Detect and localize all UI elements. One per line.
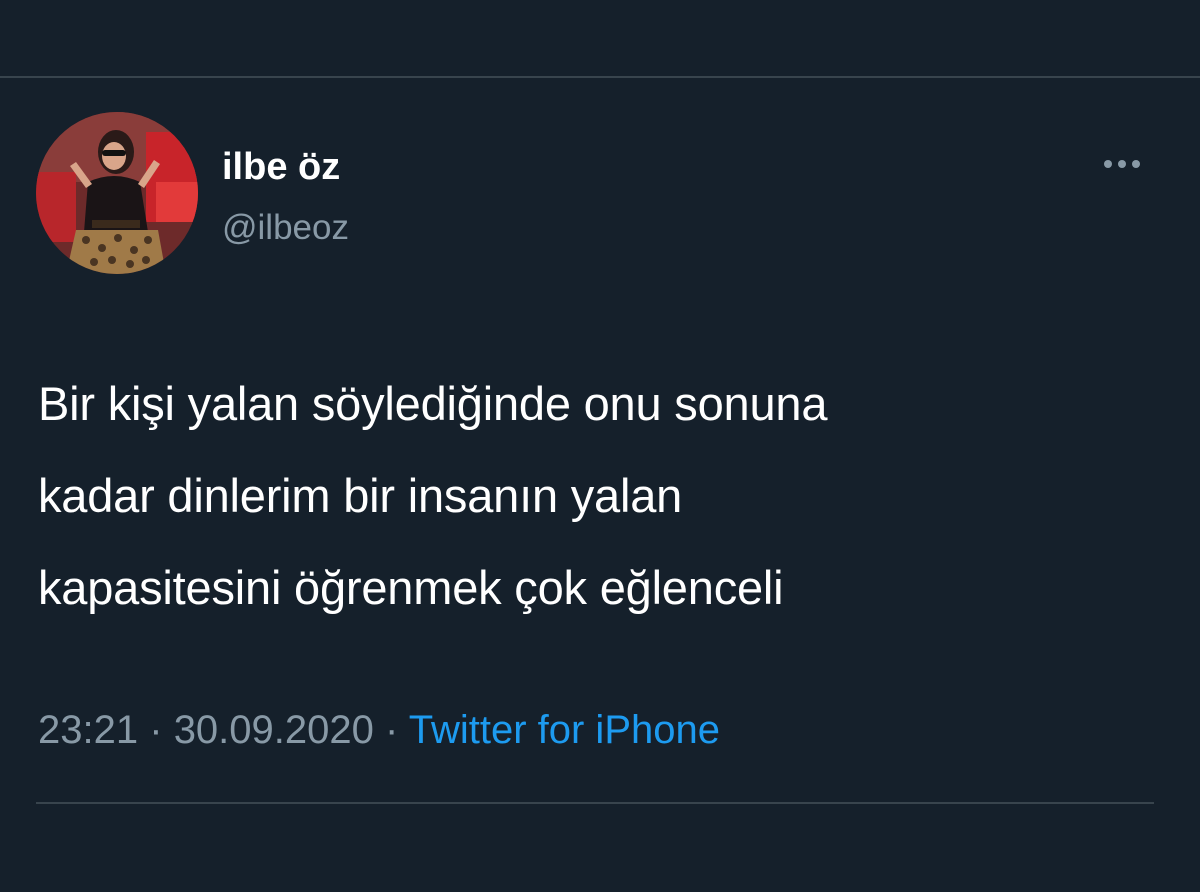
author-display-name[interactable]: ilbe öz <box>222 146 340 189</box>
more-horizontal-icon <box>1104 160 1140 168</box>
bottom-divider <box>36 802 1154 804</box>
tweet-text: Bir kişi yalan söylediğinde onu sonuna k… <box>38 358 1158 634</box>
avatar-image <box>36 112 198 274</box>
meta-separator: · <box>385 708 399 752</box>
tweet-text-line: Bir kişi yalan söylediğinde onu sonuna <box>38 377 828 430</box>
top-divider <box>0 76 1200 78</box>
author-handle[interactable]: @ilbeoz <box>222 208 349 248</box>
more-options-button[interactable] <box>1094 146 1150 182</box>
avatar[interactable] <box>36 112 198 274</box>
tweet-time[interactable]: 23:21 <box>38 708 138 752</box>
tweet-source-link[interactable]: Twitter for iPhone <box>409 708 720 752</box>
tweet-text-line: kadar dinlerim bir insanın yalan <box>38 469 683 522</box>
tweet-text-line: kapasitesini öğrenmek çok eğlenceli <box>38 561 784 614</box>
tweet-meta: 23:21 · 30.09.2020 · Twitter for iPhone <box>38 708 720 753</box>
tweet-date[interactable]: 30.09.2020 <box>174 708 374 752</box>
meta-separator: · <box>149 708 163 752</box>
